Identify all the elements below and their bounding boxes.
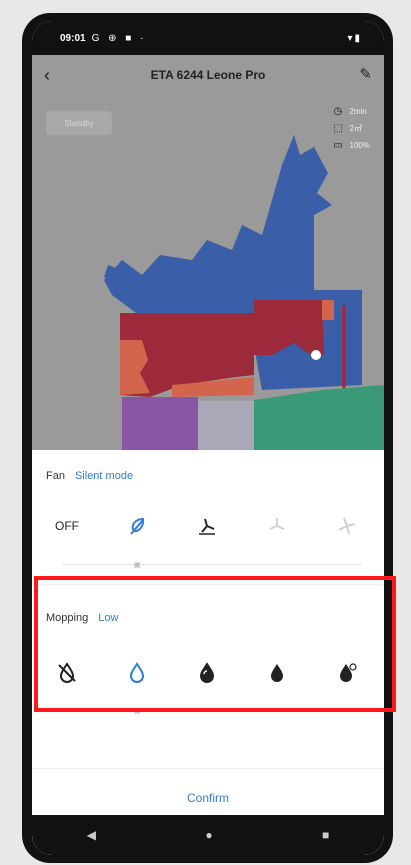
robot-marker	[311, 350, 321, 360]
confirm-button[interactable]: Confirm	[32, 776, 384, 820]
stat-area: ⬚ 2㎡	[334, 120, 370, 137]
nav-recents-icon[interactable]: ■	[322, 828, 329, 842]
stat-battery: ▭ 100%	[334, 137, 370, 154]
area-icon: ⬚	[333, 123, 343, 134]
fan-options: OFF	[32, 506, 384, 546]
stat-area-value: 2㎡	[349, 124, 362, 133]
fan-option-max[interactable]	[312, 506, 382, 546]
standard-icon	[199, 518, 215, 535]
max-icon	[338, 517, 356, 535]
fan-option-off[interactable]: OFF	[32, 506, 102, 546]
device-title: ETA 6244 Leone Pro	[150, 68, 266, 82]
highlight-box	[34, 576, 396, 712]
fan-slider-handle-icon[interactable]: ▣	[131, 560, 143, 570]
fan-option-silent[interactable]	[102, 506, 172, 546]
fan-option-strong[interactable]	[242, 506, 312, 546]
map-room-purple	[122, 397, 198, 450]
stat-time: ◷ 2min	[334, 103, 370, 120]
map-area[interactable]: ‹ ETA 6244 Leone Pro ✎ Standby ◷ 2min ⬚ …	[32, 55, 384, 450]
phone-frame: 09:01 G ⊕ ■ · ▾▮ ‹ ETA 6244 Leone Pro ✎ …	[22, 13, 393, 863]
nav-home-icon[interactable]: ●	[205, 828, 212, 842]
cleaning-stats: ◷ 2min ⬚ 2㎡ ▭ 100%	[334, 103, 370, 154]
android-nav-bar: ◀ ● ■	[32, 815, 384, 855]
fan-header: Fan Silent mode	[46, 470, 133, 482]
stat-battery-value: 100%	[349, 141, 370, 150]
status-icons-left: G ⊕ ■ ·	[91, 32, 147, 44]
status-icons-right: ▾▮	[347, 32, 362, 44]
strong-icon	[269, 518, 285, 530]
map-room-green	[254, 385, 384, 450]
battery-icon: ▭	[333, 140, 343, 151]
fan-value: Silent mode	[74, 470, 134, 482]
status-time: 09:01	[60, 32, 86, 44]
status-badge: Standby	[46, 111, 112, 135]
fan-option-standard[interactable]	[172, 506, 242, 546]
fan-off-label: OFF	[55, 519, 79, 533]
map-room-orange-3	[322, 300, 334, 320]
header-bar: ‹ ETA 6244 Leone Pro ✎	[32, 55, 384, 95]
pencil-icon[interactable]: ✎	[359, 65, 372, 83]
stat-time-value: 2min	[349, 107, 367, 116]
screen: 09:01 G ⊕ ■ · ▾▮ ‹ ETA 6244 Leone Pro ✎ …	[32, 21, 384, 855]
nav-back-icon[interactable]: ◀	[87, 828, 96, 842]
clock-icon: ◷	[333, 106, 343, 117]
map-grid-room	[198, 401, 254, 450]
chevron-left-icon[interactable]: ‹	[44, 65, 50, 86]
fan-label: Fan	[46, 470, 65, 482]
status-bar: 09:01 G ⊕ ■ · ▾▮	[32, 21, 384, 55]
silent-icon	[130, 517, 145, 535]
fan-slider-track[interactable]	[62, 564, 362, 565]
section-divider	[32, 768, 384, 769]
